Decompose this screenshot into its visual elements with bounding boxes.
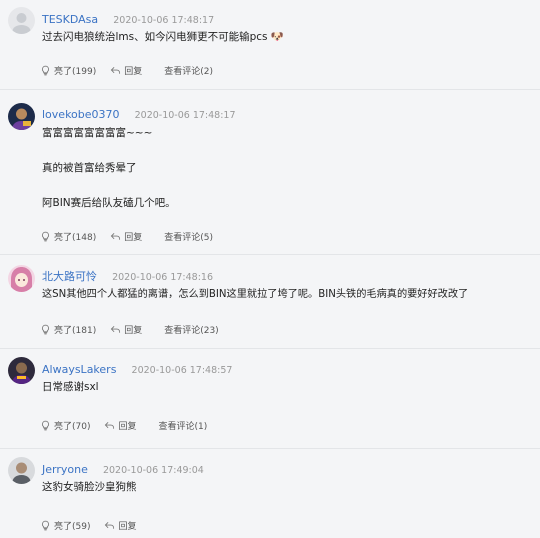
comment-text: 日常感谢sxl: [42, 380, 532, 394]
default-avatar-icon: [8, 7, 35, 34]
reply-label: 回复: [118, 422, 137, 432]
view-comments-label: 查看评论(2): [164, 67, 213, 77]
timestamp: 2020-10-06 17:48:17: [134, 110, 236, 121]
comment-line: 这豹女骑脸沙皇狗熊: [42, 481, 137, 493]
username[interactable]: lovekobe0370: [42, 108, 120, 121]
reply-arrow-icon: [110, 232, 121, 240]
reply-button[interactable]: 回复: [110, 230, 142, 243]
comment-item: lovekobe0370 2020-10-06 17:48:17 富富富富富富富…: [0, 90, 540, 255]
like-button[interactable]: 亮了(181): [40, 323, 96, 336]
reply-label: 回复: [118, 522, 137, 532]
comment-item: Jerryone 2020-10-06 17:49:04 这豹女骑脸沙皇狗熊 亮…: [0, 449, 540, 538]
like-button[interactable]: 亮了(59): [40, 519, 90, 532]
reply-arrow-icon: [110, 66, 121, 74]
reply-label: 回复: [124, 233, 143, 243]
lakers-avatar-icon: [8, 357, 35, 384]
timestamp: 2020-10-06 17:48:57: [131, 365, 233, 376]
view-comments-link[interactable]: 查看评论(5): [164, 230, 213, 243]
like-label: 亮了(148): [54, 233, 97, 243]
user-avatar[interactable]: [8, 265, 35, 292]
comment-line: 真的被首富给秀晕了: [42, 162, 137, 174]
lightbulb-icon: [42, 65, 49, 76]
player-avatar-icon: [8, 103, 35, 130]
comment-item: AlwaysLakers 2020-10-06 17:48:57 日常感谢sxl…: [0, 349, 540, 449]
like-label: 亮了(199): [54, 67, 97, 77]
comment-line: 日常感谢sxl: [42, 381, 99, 393]
reply-button[interactable]: 回复: [110, 64, 142, 77]
lightbulb-icon: [42, 324, 49, 335]
view-comments-link[interactable]: 查看评论(1): [159, 419, 208, 432]
comment-list: TESKDAsa 2020-10-06 17:48:17 过去闪电狼统治lms、…: [0, 0, 540, 534]
like-button[interactable]: 亮了(70): [40, 419, 90, 432]
anime-avatar-icon: [8, 265, 35, 292]
like-label: 亮了(70): [54, 422, 91, 432]
user-avatar[interactable]: [8, 103, 35, 130]
comment-item: TESKDAsa 2020-10-06 17:48:17 过去闪电狼统治lms、…: [0, 0, 540, 90]
username[interactable]: AlwaysLakers: [42, 363, 116, 376]
username[interactable]: 北大路可怜: [42, 270, 97, 283]
like-label: 亮了(181): [54, 326, 97, 336]
comment-item: 北大路可怜 2020-10-06 17:48:16 这SN其他四个人都猛的离谱，…: [0, 255, 540, 349]
reply-label: 回复: [124, 67, 143, 77]
reply-arrow-icon: [105, 521, 115, 529]
username[interactable]: Jerryone: [42, 463, 88, 476]
comment-line: 过去闪电狼统治lms、如今闪电狮更不可能输pcs 🐶: [42, 31, 284, 43]
timestamp: 2020-10-06 17:48:17: [113, 15, 215, 26]
like-label: 亮了(59): [54, 522, 91, 532]
comment-text: 过去闪电狼统治lms、如今闪电狮更不可能输pcs 🐶: [42, 30, 532, 44]
user-avatar[interactable]: [8, 457, 35, 484]
reply-button[interactable]: 回复: [104, 519, 137, 532]
timestamp: 2020-10-06 17:49:04: [102, 465, 204, 476]
view-comments-link[interactable]: 查看评论(23): [164, 323, 218, 336]
lightbulb-icon: [42, 520, 49, 531]
person-avatar-icon: [8, 457, 35, 484]
comment-text: 富富富富富富富富~~~ 真的被首富给秀晕了 阿BIN赛后给队友磕几个吧。: [42, 126, 532, 210]
timestamp: 2020-10-06 17:48:16: [112, 272, 213, 283]
comment-line: 这SN其他四个人都猛的离谱，怎么到BIN这里就拉了垮了呢。BIN头铁的毛病真的要…: [42, 289, 469, 300]
reply-arrow-icon: [105, 421, 115, 429]
reply-button[interactable]: 回复: [110, 323, 142, 336]
view-comments-link[interactable]: 查看评论(2): [164, 64, 213, 77]
like-button[interactable]: 亮了(199): [40, 64, 96, 77]
comment-line: 富富富富富富富富~~~: [42, 127, 153, 139]
view-comments-label: 查看评论(23): [164, 326, 219, 336]
lightbulb-icon: [42, 420, 49, 431]
view-comments-label: 查看评论(5): [164, 233, 213, 243]
user-avatar[interactable]: [8, 357, 35, 384]
lightbulb-icon: [42, 231, 49, 242]
username[interactable]: TESKDAsa: [42, 13, 98, 26]
user-avatar[interactable]: [8, 7, 35, 34]
like-button[interactable]: 亮了(148): [40, 230, 96, 243]
comment-text: 这豹女骑脸沙皇狗熊: [42, 480, 532, 494]
reply-arrow-icon: [110, 325, 121, 333]
reply-label: 回复: [124, 326, 143, 336]
comment-text: 这SN其他四个人都猛的离谱，怎么到BIN这里就拉了垮了呢。BIN头铁的毛病真的要…: [42, 288, 532, 302]
view-comments-label: 查看评论(1): [158, 422, 208, 432]
reply-button[interactable]: 回复: [104, 419, 137, 432]
comment-line: 阿BIN赛后给队友磕几个吧。: [42, 197, 176, 209]
